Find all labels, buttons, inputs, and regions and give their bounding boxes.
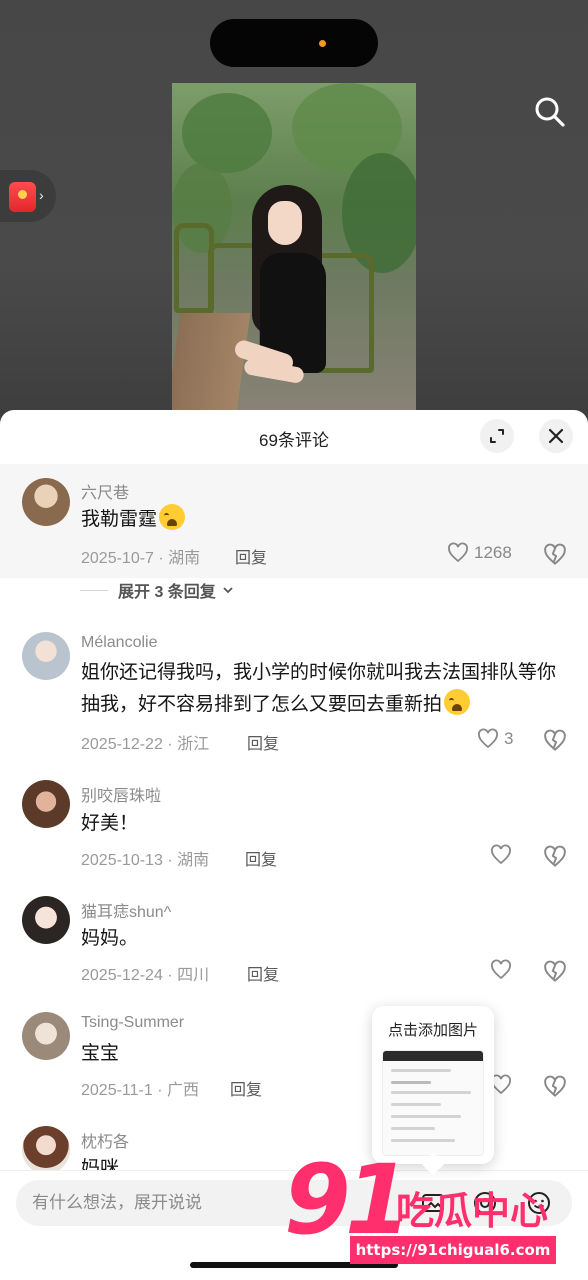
close-icon: [548, 428, 564, 444]
broken-heart-icon[interactable]: [542, 959, 568, 985]
chevron-right-icon: ›: [39, 187, 44, 203]
heart-icon: [478, 728, 498, 749]
watermark-url: https://91chigual6.com: [350, 1236, 556, 1264]
expand-icon: [490, 429, 504, 443]
like-count: 1268: [474, 543, 512, 562]
search-icon[interactable]: [530, 92, 570, 132]
red-packet-entry[interactable]: ›: [0, 170, 56, 222]
add-image-tooltip[interactable]: 点击添加图片: [372, 1006, 494, 1164]
watermark-number: 91: [284, 1144, 412, 1256]
broken-heart-icon[interactable]: [542, 542, 568, 568]
dynamic-island: [210, 19, 378, 67]
broken-heart-icon[interactable]: [542, 728, 568, 754]
like-button[interactable]: [489, 958, 513, 982]
comment-text: 姐你还记得我吗，我小学的时候你就叫我去法国排队等你抽我，好不容易排到了怎么又要回…: [81, 657, 561, 721]
heart-icon: [448, 542, 468, 563]
broken-heart-icon[interactable]: [542, 1074, 568, 1100]
watermark: 91 吃瓜中心 https://91chigual6.com: [284, 1150, 588, 1274]
comment-item: 猫耳痣shun^ 妈妈。 2025-12-24 · 四川 回复: [0, 894, 588, 994]
like-button[interactable]: 3: [476, 727, 513, 751]
comment-text-content: 姐你还记得我吗，我小学的时候你就叫我去法国排队等你抽我，好不容易排到了怎么又要回…: [81, 662, 557, 715]
reply-button[interactable]: 回复: [247, 730, 279, 754]
comment-item: Tsing-Summer 宝宝 2025-11-1 · 广西 回复: [0, 1010, 588, 1110]
reply-button[interactable]: 回复: [235, 544, 267, 568]
avatar[interactable]: [22, 632, 70, 680]
comment-text: 我勒雷霆: [81, 504, 561, 536]
chevron-down-icon: [223, 587, 233, 594]
comment-date-location: 2025-11-1 · 广西: [81, 1082, 199, 1099]
reply-button[interactable]: 回复: [230, 1076, 262, 1100]
close-sheet-button[interactable]: [539, 419, 573, 453]
privacy-indicator-dot: [319, 40, 326, 47]
like-count: 3: [504, 729, 514, 748]
avatar[interactable]: [22, 780, 70, 828]
comment-text-content: 我勒雷霆: [81, 509, 158, 530]
comment-item: 别咬唇珠啦 好美！ 2025-10-13 · 湖南 回复: [0, 778, 588, 878]
comment-username[interactable]: 猫耳痣shun^: [81, 898, 171, 922]
avatar[interactable]: [22, 1012, 70, 1060]
reply-button[interactable]: 回复: [247, 961, 279, 985]
comment-date-location: 2025-12-24 · 四川: [81, 967, 210, 984]
comment-date-location: 2025-10-13 · 湖南: [81, 852, 210, 869]
comment-username[interactable]: Mélancolie: [81, 634, 157, 652]
comment-text: 好美！: [81, 813, 139, 834]
watermark-brand: 吃瓜中心: [396, 1189, 549, 1233]
comment-text: 妈妈。: [81, 928, 139, 949]
crying-laughing-emoji: [159, 504, 186, 530]
reply-button[interactable]: 回复: [245, 846, 277, 870]
comment-username[interactable]: 枕朽各: [81, 1128, 129, 1152]
comment-username[interactable]: 别咬唇珠啦: [81, 782, 161, 806]
heart-icon: [491, 844, 511, 865]
avatar[interactable]: [22, 1126, 70, 1174]
expand-replies-label: 展开 3 条回复: [118, 584, 216, 601]
red-packet-icon: [9, 182, 36, 212]
tooltip-title: 点击添加图片: [387, 1022, 478, 1039]
avatar[interactable]: [22, 896, 70, 944]
tooltip-preview-image: [382, 1050, 484, 1156]
video-frame: [172, 83, 416, 423]
comment-username[interactable]: Tsing-Summer: [81, 1014, 184, 1032]
comment-date-location: 2025-12-22 · 浙江: [81, 736, 210, 753]
like-button[interactable]: [489, 843, 513, 867]
comment-username[interactable]: 六尺巷: [81, 479, 129, 503]
crying-emoji: [444, 689, 471, 715]
expand-sheet-button[interactable]: [480, 419, 514, 453]
heart-icon: [491, 959, 511, 980]
comment-date-location: 2025-10-7 · 湖南: [81, 550, 201, 567]
broken-heart-icon[interactable]: [542, 844, 568, 870]
divider: [80, 589, 108, 591]
comment-item: 六尺巷 我勒雷霆 2025-10-7 · 湖南 回复 1268: [0, 464, 588, 578]
comment-sheet-header: 69条评论: [0, 410, 588, 462]
expand-replies-button[interactable]: 展开 3 条回复: [80, 578, 236, 602]
like-button[interactable]: 1268: [446, 541, 512, 565]
avatar[interactable]: [22, 478, 70, 526]
comment-item: Mélancolie 姐你还记得我吗，我小学的时候你就叫我去法国排队等你抽我，好…: [0, 630, 588, 753]
